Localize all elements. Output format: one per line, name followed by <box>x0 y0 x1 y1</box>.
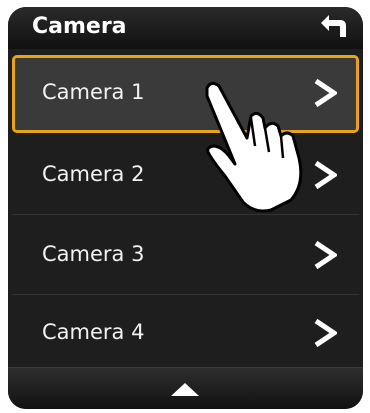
back-button[interactable] <box>313 11 353 45</box>
chevron-right-icon <box>314 318 337 348</box>
chevron-right-icon <box>314 240 337 270</box>
screen: Camera Camera 1 Camera 2 Camera 3 Camera… <box>8 7 363 409</box>
list-item-camera-2[interactable]: Camera 2 <box>12 137 359 215</box>
scroll-up-button[interactable] <box>165 376 205 402</box>
device-frame: Camera Camera 1 Camera 2 Camera 3 Camera… <box>0 0 370 413</box>
header-bar: Camera <box>8 7 363 50</box>
list-item-label: Camera 4 <box>42 320 145 344</box>
back-arrow-icon <box>321 15 346 37</box>
page-title: Camera <box>32 14 127 39</box>
camera-list: Camera 1 Camera 2 Camera 3 Camera 4 <box>8 49 363 367</box>
list-item-label: Camera 1 <box>42 80 145 104</box>
list-item-camera-4[interactable]: Camera 4 <box>12 295 359 373</box>
list-item-camera-1[interactable]: Camera 1 <box>12 55 359 133</box>
list-item-camera-3[interactable]: Camera 3 <box>12 217 359 295</box>
chevron-right-icon <box>314 160 337 190</box>
list-item-label: Camera 2 <box>42 162 145 186</box>
chevron-up-icon <box>171 383 199 396</box>
list-item-label: Camera 3 <box>42 242 145 266</box>
footer-bar <box>8 367 363 409</box>
chevron-right-icon <box>314 78 337 108</box>
